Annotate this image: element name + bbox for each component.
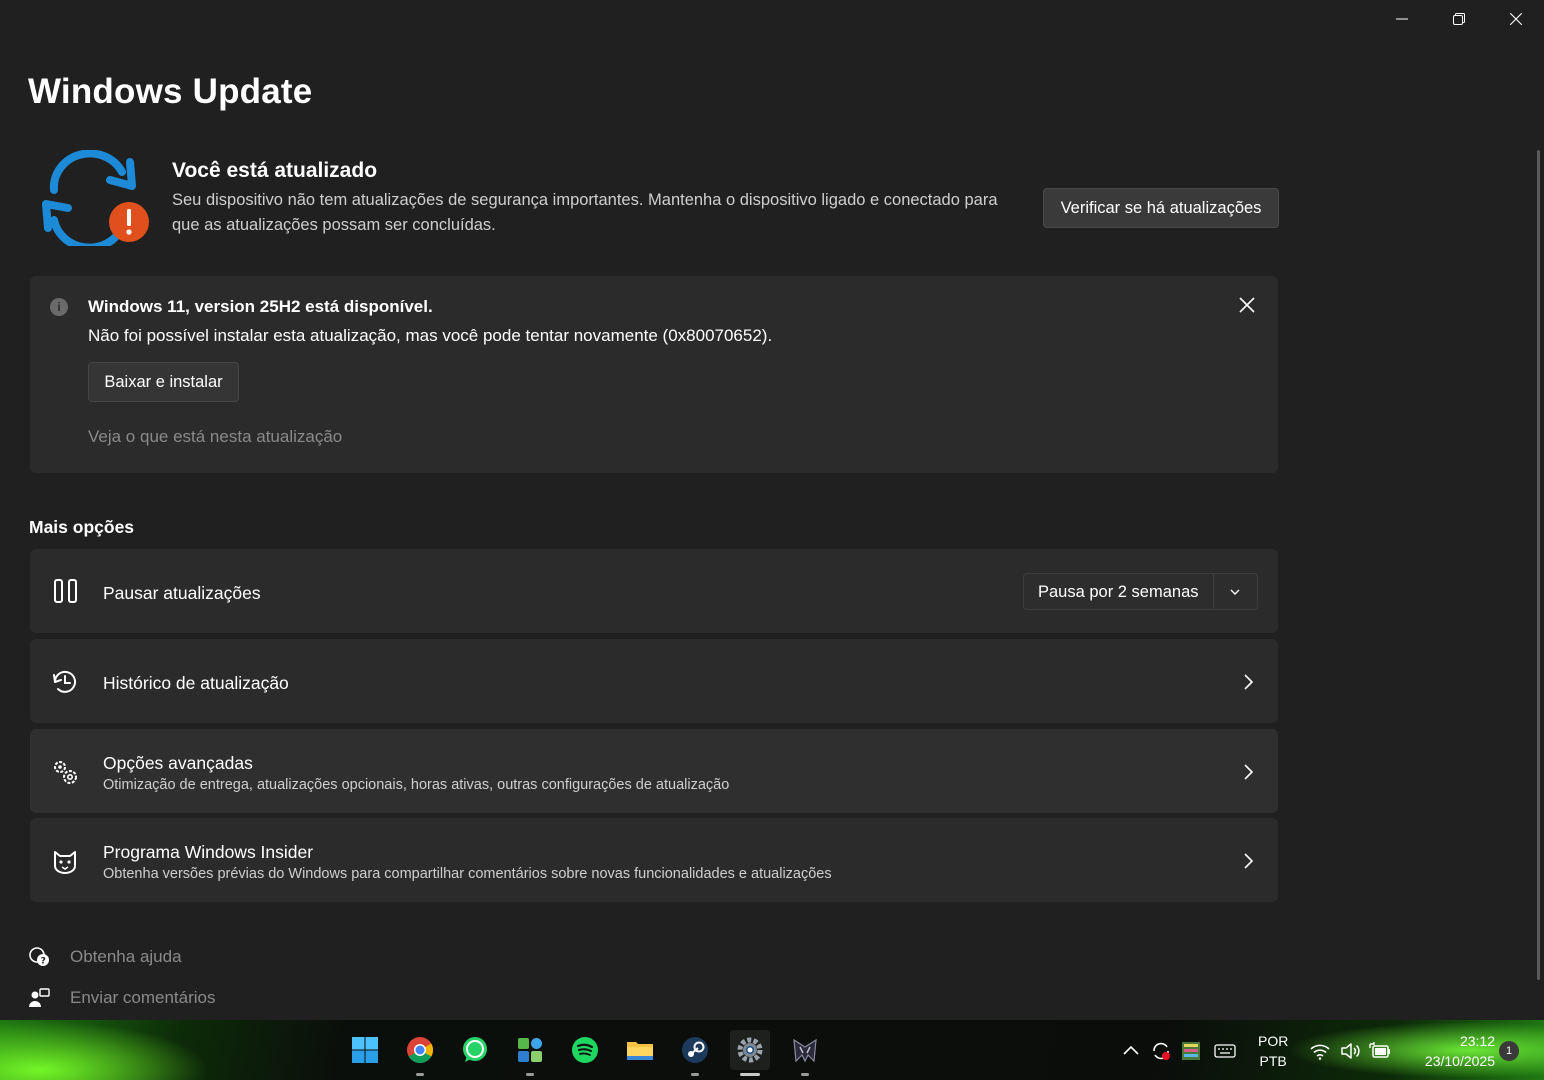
close-window-button[interactable] xyxy=(1487,0,1544,38)
whatsapp-icon xyxy=(463,1037,487,1062)
taskbar-steam[interactable] xyxy=(675,1030,715,1076)
minimize-icon xyxy=(1395,18,1408,20)
chevron-right-icon xyxy=(1244,764,1254,780)
clock-time: 23:12 xyxy=(1459,1033,1495,1049)
active-indicator xyxy=(740,1073,760,1076)
running-indicator xyxy=(526,1073,534,1076)
clock[interactable]: 23:12 23/10/2025 xyxy=(1400,1031,1495,1071)
steam-icon xyxy=(682,1037,708,1063)
chevron-down-icon[interactable] xyxy=(1228,585,1242,599)
taskbar-widgets[interactable] xyxy=(510,1030,550,1076)
chevron-right-icon xyxy=(1244,674,1254,690)
check-updates-button[interactable]: Verificar se há atualizações xyxy=(1043,188,1279,228)
info-icon: i xyxy=(50,298,68,316)
insider-program-subtitle: Obtenha versões prévias do Windows para … xyxy=(103,866,832,882)
predator-icon xyxy=(793,1038,817,1063)
taskbar-whatsapp[interactable] xyxy=(455,1030,495,1070)
chevron-right-icon xyxy=(1244,853,1254,869)
wifi-icon[interactable] xyxy=(1309,1040,1331,1062)
notification-badge[interactable]: 1 xyxy=(1499,1041,1519,1061)
svg-text:?: ? xyxy=(41,957,46,967)
status-description: Seu dispositivo não tem atualizações de … xyxy=(172,191,998,234)
gears-icon xyxy=(54,761,77,784)
settings-icon xyxy=(737,1037,763,1063)
page-title: Windows Update xyxy=(28,72,313,111)
keyboard-icon[interactable] xyxy=(1214,1040,1236,1062)
infobar-title: Windows 11, version 25H2 está disponível… xyxy=(88,297,433,316)
taskbar-settings[interactable] xyxy=(730,1030,770,1076)
pause-updates-row: Pausar atualizações Pausa por 2 semanas xyxy=(30,549,1278,633)
app-tray-icon[interactable] xyxy=(1180,1040,1202,1062)
taskbar-file-explorer[interactable] xyxy=(620,1030,660,1070)
history-icon xyxy=(53,670,76,693)
volume-icon[interactable] xyxy=(1339,1040,1361,1062)
status-title: Você está atualizado xyxy=(172,159,378,182)
running-indicator xyxy=(691,1073,699,1076)
running-indicator xyxy=(416,1073,424,1076)
widgets-icon xyxy=(518,1038,542,1062)
start-icon xyxy=(352,1037,378,1063)
download-install-button[interactable]: Baixar e instalar xyxy=(88,362,239,402)
language-code: POR xyxy=(1258,1033,1289,1049)
clock-date: 23/10/2025 xyxy=(1424,1053,1495,1069)
insider-cat-icon xyxy=(54,851,76,874)
whats-in-update-link[interactable]: Veja o que está nesta atualização xyxy=(88,427,342,447)
taskbar-chrome[interactable] xyxy=(400,1030,440,1076)
advanced-options-subtitle: Otimização de entrega, atualizações opci… xyxy=(103,777,730,793)
spotify-icon xyxy=(572,1037,598,1063)
battery-charging-icon[interactable] xyxy=(1369,1040,1391,1062)
keyboard-layout-code: PTB xyxy=(1259,1053,1287,1069)
pause-duration-dropdown[interactable]: Pausa por 2 semanas xyxy=(1023,573,1258,610)
send-feedback-label: Enviar comentários xyxy=(70,988,216,1007)
chevron-up-icon[interactable] xyxy=(1120,1040,1142,1062)
chrome-icon xyxy=(407,1037,434,1064)
infobar-message: Não foi possível instalar esta atualizaç… xyxy=(88,326,773,345)
advanced-options-row[interactable]: Opções avançadas Otimização de entrega, … xyxy=(30,729,1278,813)
feedback-person-icon xyxy=(29,988,50,1007)
input-language-indicator[interactable]: POR PTB xyxy=(1258,1031,1288,1071)
taskbar-predator[interactable] xyxy=(785,1030,825,1076)
start-button[interactable] xyxy=(345,1030,385,1070)
insider-program-row[interactable]: Programa Windows Insider Obtenha versões… xyxy=(30,818,1278,902)
update-history-row[interactable]: Histórico de atualização xyxy=(30,639,1278,723)
help-chat-icon: ? xyxy=(29,947,49,967)
running-indicator xyxy=(801,1073,809,1076)
sync-warning-icon xyxy=(42,150,149,246)
update-history-label: Histórico de atualização xyxy=(103,673,289,693)
sync-alert-icon[interactable] xyxy=(1150,1040,1172,1062)
insider-program-label: Programa Windows Insider xyxy=(103,842,314,862)
restore-button[interactable] xyxy=(1430,0,1487,38)
get-help-label: Obtenha ajuda xyxy=(70,947,182,966)
taskbar-spotify[interactable] xyxy=(565,1030,605,1070)
advanced-options-label: Opções avançadas xyxy=(103,753,253,773)
minimize-button[interactable] xyxy=(1373,0,1430,38)
pause-icon xyxy=(54,579,77,603)
close-icon xyxy=(1509,13,1522,25)
file-explorer-icon xyxy=(627,1042,653,1060)
pause-duration-value: Pausa por 2 semanas xyxy=(1038,583,1199,601)
more-options-heading: Mais opções xyxy=(29,517,135,537)
vertical-scrollbar[interactable] xyxy=(1537,150,1540,980)
dropdown-divider xyxy=(1213,574,1214,609)
update-available-infobar: i Windows 11, version 25H2 está disponív… xyxy=(30,276,1278,473)
restore-icon xyxy=(1452,13,1465,25)
pause-updates-label: Pausar atualizações xyxy=(103,583,261,603)
dismiss-infobar-icon[interactable] xyxy=(1236,294,1258,316)
